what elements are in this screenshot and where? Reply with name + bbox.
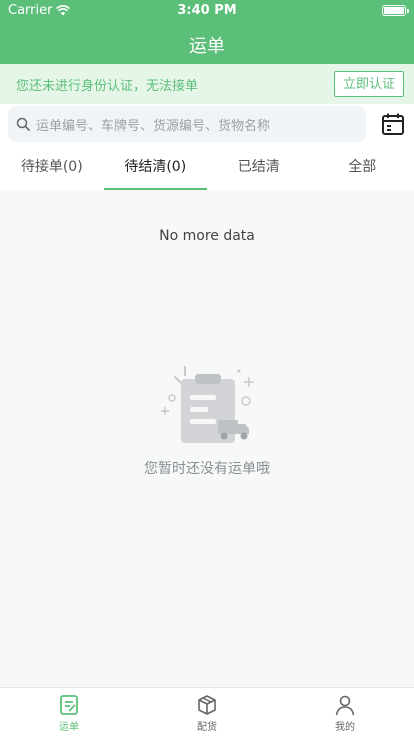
- search-placeholder: 运单编号、车牌号、货源编号、货物名称: [36, 118, 271, 134]
- tab-pending-accept[interactable]: 待接单(0): [0, 144, 104, 190]
- tab-all[interactable]: 全部: [311, 144, 414, 190]
- box-icon: [198, 695, 216, 715]
- search-icon: [16, 117, 30, 131]
- app-screen: Carrier 3:40 PM 运单 您还未进行身份认证，无法接单 立即认证 运…: [0, 0, 414, 736]
- empty-state-text: 您暂时还没有运单哦: [144, 461, 270, 477]
- notice-text: 您还未进行身份认证，无法接单: [16, 78, 199, 94]
- order-list: No more data 您暂时还没有运单哦: [0, 190, 414, 687]
- tabbar-label-orders: 运单: [59, 722, 79, 733]
- document-icon: [60, 695, 78, 715]
- order-tabs: 待接单(0) 待结清(0) 已结清 全部: [0, 144, 414, 190]
- no-more-data: No more data: [159, 228, 255, 244]
- empty-clipboard-truck-icon: [161, 366, 254, 443]
- tab-settled[interactable]: 已结清: [207, 144, 311, 190]
- tabbar-label-mine: 我的: [335, 722, 355, 733]
- tabbar-item-cargo[interactable]: 配货: [138, 688, 276, 736]
- status-bar: Carrier 3:40 PM: [0, 0, 414, 20]
- person-icon: [335, 695, 355, 716]
- header: Carrier 3:40 PM 运单: [0, 0, 414, 64]
- search-input[interactable]: 运单编号、车牌号、货源编号、货物名称: [8, 106, 366, 142]
- tabbar-item-orders[interactable]: 运单: [0, 688, 138, 736]
- bottom-tab-bar: 运单 配货 我的: [0, 687, 414, 736]
- tabbar-label-cargo: 配货: [197, 722, 217, 733]
- verify-now-button[interactable]: 立即认证: [333, 71, 404, 97]
- page-title: 运单: [189, 36, 225, 57]
- calendar-icon[interactable]: [381, 112, 405, 136]
- verification-notice: 您还未进行身份认证，无法接单 立即认证: [0, 64, 414, 104]
- search-row: 运单编号、车牌号、货源编号、货物名称: [0, 104, 414, 144]
- status-time: 3:40 PM: [177, 3, 237, 18]
- tabbar-item-mine[interactable]: 我的: [276, 688, 414, 736]
- battery-icon: [382, 5, 409, 16]
- tab-pending-settle[interactable]: 待结清(0): [103, 144, 208, 190]
